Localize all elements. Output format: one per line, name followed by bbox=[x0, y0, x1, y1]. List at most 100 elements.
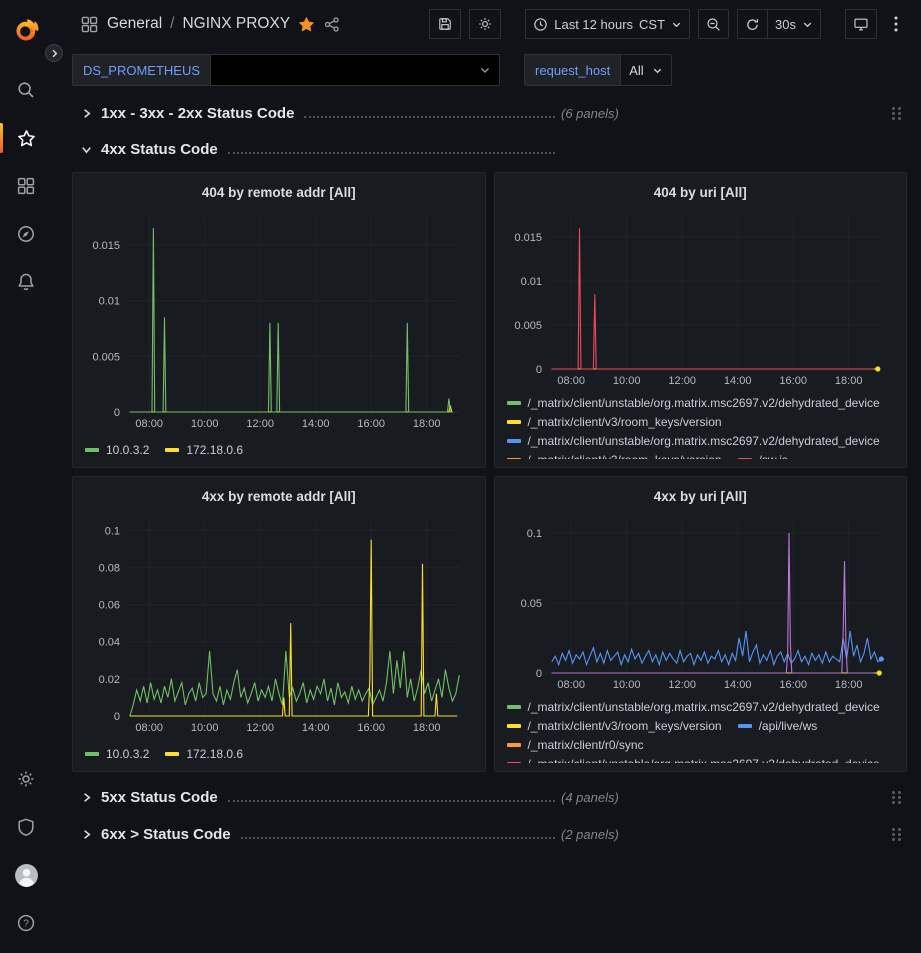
timeseries-plot[interactable]: 08:0010:0012:0014:0016:0018:0000.0050.01… bbox=[505, 205, 896, 389]
legend-label: 172.18.0.6 bbox=[186, 443, 243, 457]
chevron-down-icon bbox=[652, 65, 663, 76]
legend-item[interactable]: /api/live/ws bbox=[738, 716, 818, 735]
chevron-down-icon bbox=[802, 19, 813, 30]
sidebar-item-help[interactable]: ? bbox=[0, 899, 52, 947]
y-axis-label: 0 bbox=[535, 364, 541, 376]
panel-title[interactable]: 404 by remote addr [All] bbox=[83, 181, 475, 207]
refresh-button[interactable] bbox=[737, 9, 768, 39]
legend-item[interactable]: /_matrix/client/v3/room_keys/version bbox=[507, 412, 722, 431]
legend-item[interactable]: /_matrix/client/unstable/org.matrix.msc2… bbox=[507, 697, 880, 716]
legend-label: /_matrix/client/r0/sync bbox=[528, 738, 644, 752]
timeseries-plot[interactable]: 08:0010:0012:0014:0016:0018:0000.020.040… bbox=[83, 511, 474, 736]
breadcrumb-dashboard[interactable]: NGINX PROXY bbox=[182, 15, 290, 33]
legend-item[interactable]: 10.0.3.2 bbox=[85, 440, 149, 459]
timeseries-plot[interactable]: 08:0010:0012:0014:0016:0018:0000.0050.01… bbox=[83, 207, 474, 432]
share-icon[interactable] bbox=[323, 16, 340, 33]
legend-swatch bbox=[507, 762, 521, 764]
row-drag-handle[interactable] bbox=[892, 828, 901, 841]
legend-item[interactable]: /sw.js bbox=[738, 450, 788, 459]
grafana-logo[interactable] bbox=[0, 8, 52, 52]
legend-label: /api/live/ws bbox=[759, 719, 818, 733]
x-axis-label: 14:00 bbox=[302, 722, 330, 734]
legend-label: 10.0.3.2 bbox=[106, 747, 149, 761]
row-title: 1xx - 3xx - 2xx Status Code bbox=[101, 105, 294, 122]
panel-4xx-by-remote-addr: 4xx by remote addr [All] 08:0010:0012:00… bbox=[72, 476, 486, 772]
gear-icon bbox=[477, 16, 493, 32]
dashboard-row-4xx[interactable]: 4xx Status Code bbox=[72, 136, 907, 162]
legend-swatch bbox=[165, 448, 179, 452]
sidebar-item-dashboards[interactable] bbox=[0, 162, 52, 210]
y-axis-label: 0.04 bbox=[99, 637, 120, 649]
refresh-interval-dropdown[interactable]: 30s bbox=[768, 9, 821, 39]
favorite-star-icon[interactable] bbox=[298, 16, 315, 33]
y-axis-label: 0.005 bbox=[514, 320, 542, 332]
cycle-view-mode-button[interactable] bbox=[845, 9, 877, 39]
legend-item[interactable]: /_matrix/client/unstable/org.matrix.msc2… bbox=[507, 431, 880, 450]
panel-title[interactable]: 404 by uri [All] bbox=[505, 181, 897, 205]
variable-label-ds-prometheus: DS_PROMETHEUS bbox=[72, 54, 210, 86]
legend-swatch bbox=[507, 401, 521, 405]
sidebar-item-server-admin[interactable] bbox=[0, 803, 52, 851]
more-options-kebab[interactable] bbox=[885, 9, 907, 39]
dotted-leader bbox=[228, 800, 555, 802]
legend-swatch bbox=[507, 439, 521, 443]
sidebar-expand-button[interactable] bbox=[45, 44, 63, 62]
row-drag-handle[interactable] bbox=[892, 107, 901, 120]
x-axis-label: 08:00 bbox=[135, 722, 163, 734]
sidebar-item-search[interactable] bbox=[0, 66, 52, 114]
legend-swatch bbox=[165, 752, 179, 756]
sidebar-item-starred[interactable] bbox=[0, 114, 52, 162]
legend-label: /_matrix/client/unstable/org.matrix.msc2… bbox=[528, 434, 880, 448]
x-axis-label: 12:00 bbox=[668, 679, 696, 691]
y-axis-label: 0 bbox=[535, 668, 541, 680]
x-axis-label: 16:00 bbox=[357, 722, 385, 734]
x-axis-label: 16:00 bbox=[779, 375, 807, 387]
row-drag-handle[interactable] bbox=[892, 791, 901, 804]
time-range-picker[interactable]: Last 12 hours CST bbox=[525, 9, 690, 39]
row-title: 5xx Status Code bbox=[101, 789, 218, 806]
sidebar-item-alerting[interactable] bbox=[0, 258, 52, 306]
legend-item[interactable]: /_matrix/client/r0/sync bbox=[507, 735, 644, 754]
sidebar-item-explore[interactable] bbox=[0, 210, 52, 258]
legend-item[interactable]: 172.18.0.6 bbox=[165, 440, 243, 459]
legend-item[interactable]: /_matrix/client/unstable/org.matrix.msc2… bbox=[507, 393, 880, 412]
save-dashboard-button[interactable] bbox=[429, 9, 461, 39]
clock-icon bbox=[533, 17, 548, 32]
shield-icon bbox=[16, 817, 36, 837]
legend-item[interactable]: /_matrix/client/v3/room_keys/version bbox=[507, 450, 722, 459]
y-axis-label: 0.05 bbox=[520, 598, 541, 610]
legend-item[interactable]: 10.0.3.2 bbox=[85, 744, 149, 763]
chevron-down-icon bbox=[479, 64, 491, 76]
series-line bbox=[130, 405, 453, 412]
panel-title[interactable]: 4xx by uri [All] bbox=[505, 485, 897, 509]
dashboard-settings-button[interactable] bbox=[469, 9, 501, 39]
datasource-select[interactable] bbox=[210, 54, 500, 86]
panel-4xx-by-uri: 4xx by uri [All] 08:0010:0012:0014:0016:… bbox=[494, 476, 908, 772]
gear-icon bbox=[16, 769, 36, 789]
dashboard-row-5xx[interactable]: 5xx Status Code (4 panels) bbox=[72, 784, 907, 810]
legend-swatch bbox=[738, 724, 752, 728]
apps-grid-icon bbox=[16, 176, 36, 196]
refresh-button-group: 30s bbox=[737, 9, 821, 39]
row-title: 4xx Status Code bbox=[101, 141, 218, 158]
sidebar-item-profile[interactable] bbox=[0, 851, 52, 899]
breadcrumb-folder[interactable]: General bbox=[107, 15, 162, 33]
sidebar-item-settings[interactable] bbox=[0, 755, 52, 803]
legend-item[interactable]: /_matrix/client/v3/room_keys/version bbox=[507, 716, 722, 735]
panel-title[interactable]: 4xx by remote addr [All] bbox=[83, 485, 475, 511]
timeseries-plot[interactable]: 08:0010:0012:0014:0016:0018:0000.050.1 bbox=[505, 509, 896, 693]
main-content: General / NGINX PROXY bbox=[52, 0, 921, 847]
x-axis-label: 10:00 bbox=[191, 418, 219, 430]
legend-label: /_matrix/client/unstable/org.matrix.msc2… bbox=[528, 757, 880, 764]
zoom-out-button[interactable] bbox=[698, 9, 729, 39]
x-axis-label: 08:00 bbox=[557, 679, 585, 691]
legend-item[interactable]: 172.18.0.6 bbox=[165, 744, 243, 763]
request-host-select[interactable]: All bbox=[620, 54, 671, 86]
legend-item[interactable]: /_matrix/client/unstable/org.matrix.msc2… bbox=[507, 754, 880, 763]
dashboard-row-1xx-3xx-2xx[interactable]: 1xx - 3xx - 2xx Status Code (6 panels) bbox=[72, 100, 907, 126]
panel-legend: 10.0.3.2 172.18.0.6 bbox=[83, 744, 475, 763]
zoom-out-icon bbox=[706, 17, 721, 32]
y-axis-label: 0.015 bbox=[92, 240, 120, 252]
dashboard-row-6xx[interactable]: 6xx > Status Code (2 panels) bbox=[72, 821, 907, 847]
search-icon bbox=[16, 80, 36, 100]
